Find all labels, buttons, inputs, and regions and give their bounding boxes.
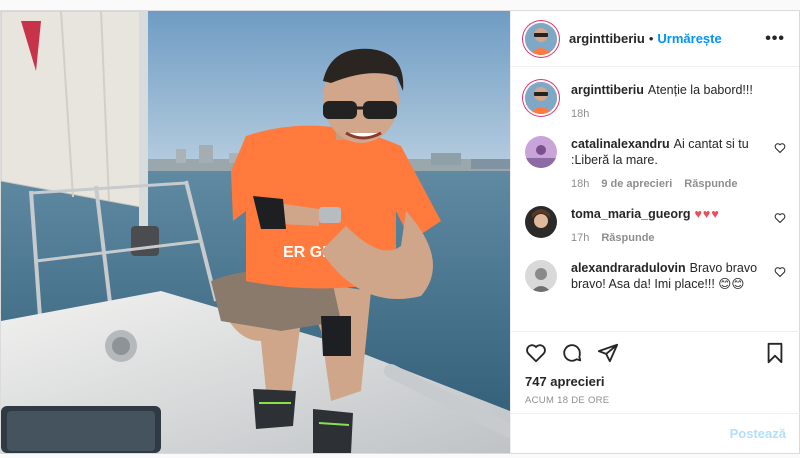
caption-meta: 18h bbox=[571, 106, 781, 122]
caption: arginttiberiu Atenție la babord!!! 18h bbox=[525, 82, 786, 122]
follow-button[interactable]: Urmărește bbox=[657, 31, 721, 46]
comment-body: toma_maria_gueorg ♥♥♥ 17h Răspunde bbox=[571, 206, 781, 246]
comment-likes[interactable]: 9 de aprecieri bbox=[601, 176, 672, 192]
comment-avatar-image bbox=[525, 260, 557, 292]
more-options-icon[interactable]: ••• bbox=[765, 30, 785, 48]
add-comment-bar: Postează bbox=[511, 413, 800, 453]
caption-avatar-image bbox=[525, 82, 557, 114]
separator-dot: • bbox=[648, 31, 654, 46]
comment-item: toma_maria_gueorg ♥♥♥ 17h Răspunde bbox=[525, 206, 786, 246]
post-card: ER GIVER arginttiberiu • Urmărește ••• a… bbox=[0, 10, 800, 454]
comment-avatar-image bbox=[525, 136, 557, 168]
comment-avatar[interactable] bbox=[525, 136, 557, 168]
action-icons bbox=[525, 342, 786, 364]
page-background: ER GIVER arginttiberiu • Urmărește ••• a… bbox=[0, 0, 800, 458]
comment-time[interactable]: 17h bbox=[571, 230, 589, 246]
comment-meta: 18h 9 de aprecieri Răspunde bbox=[571, 176, 781, 192]
bookmark-icon[interactable] bbox=[764, 342, 786, 364]
comment-item: alexandraradulovin Bravo bravo bravo! Asa… bbox=[525, 260, 786, 292]
comment-like-icon[interactable] bbox=[774, 212, 786, 224]
reply-button[interactable]: Răspunde bbox=[601, 230, 654, 246]
post-side-panel: arginttiberiu • Urmărește ••• arginttibe… bbox=[510, 11, 800, 453]
sailing-photo: ER GIVER bbox=[1, 11, 510, 453]
caption-time[interactable]: 18h bbox=[571, 106, 589, 122]
comment-avatar[interactable] bbox=[525, 260, 557, 292]
like-icon[interactable] bbox=[525, 342, 547, 364]
author-avatar[interactable] bbox=[525, 22, 557, 55]
comment-body: catalinalexandru Ai cantat si tu :Liberă … bbox=[571, 136, 781, 192]
comment-avatar-image bbox=[525, 206, 557, 238]
reply-button[interactable]: Răspunde bbox=[684, 176, 737, 192]
comment-time[interactable]: 18h bbox=[571, 176, 589, 192]
post-comment-button[interactable]: Postează bbox=[730, 426, 786, 441]
caption-avatar[interactable] bbox=[525, 82, 557, 114]
caption-text: Atenție la babord!!! bbox=[647, 83, 753, 97]
comment-icon[interactable] bbox=[561, 342, 583, 364]
comment-body: alexandraradulovin Bravo bravo bravo! Asa… bbox=[571, 260, 781, 292]
author-username[interactable]: arginttiberiu bbox=[569, 31, 645, 46]
comment-username[interactable]: toma_maria_gueorg bbox=[571, 207, 690, 221]
post-timestamp[interactable]: ACUM 18 DE ORE bbox=[525, 395, 786, 406]
post-image[interactable]: ER GIVER bbox=[1, 11, 510, 453]
share-icon[interactable] bbox=[597, 342, 619, 364]
author-avatar-image bbox=[525, 22, 557, 55]
comment-avatar[interactable] bbox=[525, 206, 557, 238]
post-actions: 747 aprecieri ACUM 18 DE ORE bbox=[511, 331, 800, 406]
comment-like-icon[interactable] bbox=[774, 142, 786, 154]
comments-list[interactable]: arginttiberiu Atenție la babord!!! 18h c… bbox=[511, 68, 800, 330]
comment-username[interactable]: alexandraradulovin bbox=[571, 261, 686, 275]
caption-body: arginttiberiu Atenție la babord!!! 18h bbox=[571, 82, 781, 122]
comment-text: ♥♥♥ bbox=[694, 207, 720, 221]
likes-count[interactable]: 747 aprecieri bbox=[525, 374, 786, 389]
comment-username[interactable]: catalinalexandru bbox=[571, 137, 670, 151]
caption-username[interactable]: arginttiberiu bbox=[571, 83, 644, 97]
comment-item: catalinalexandru Ai cantat si tu :Liberă … bbox=[525, 136, 786, 192]
post-header: arginttiberiu • Urmărește ••• bbox=[511, 11, 799, 67]
comment-like-icon[interactable] bbox=[774, 266, 786, 278]
comment-meta: 17h Răspunde bbox=[571, 230, 781, 246]
